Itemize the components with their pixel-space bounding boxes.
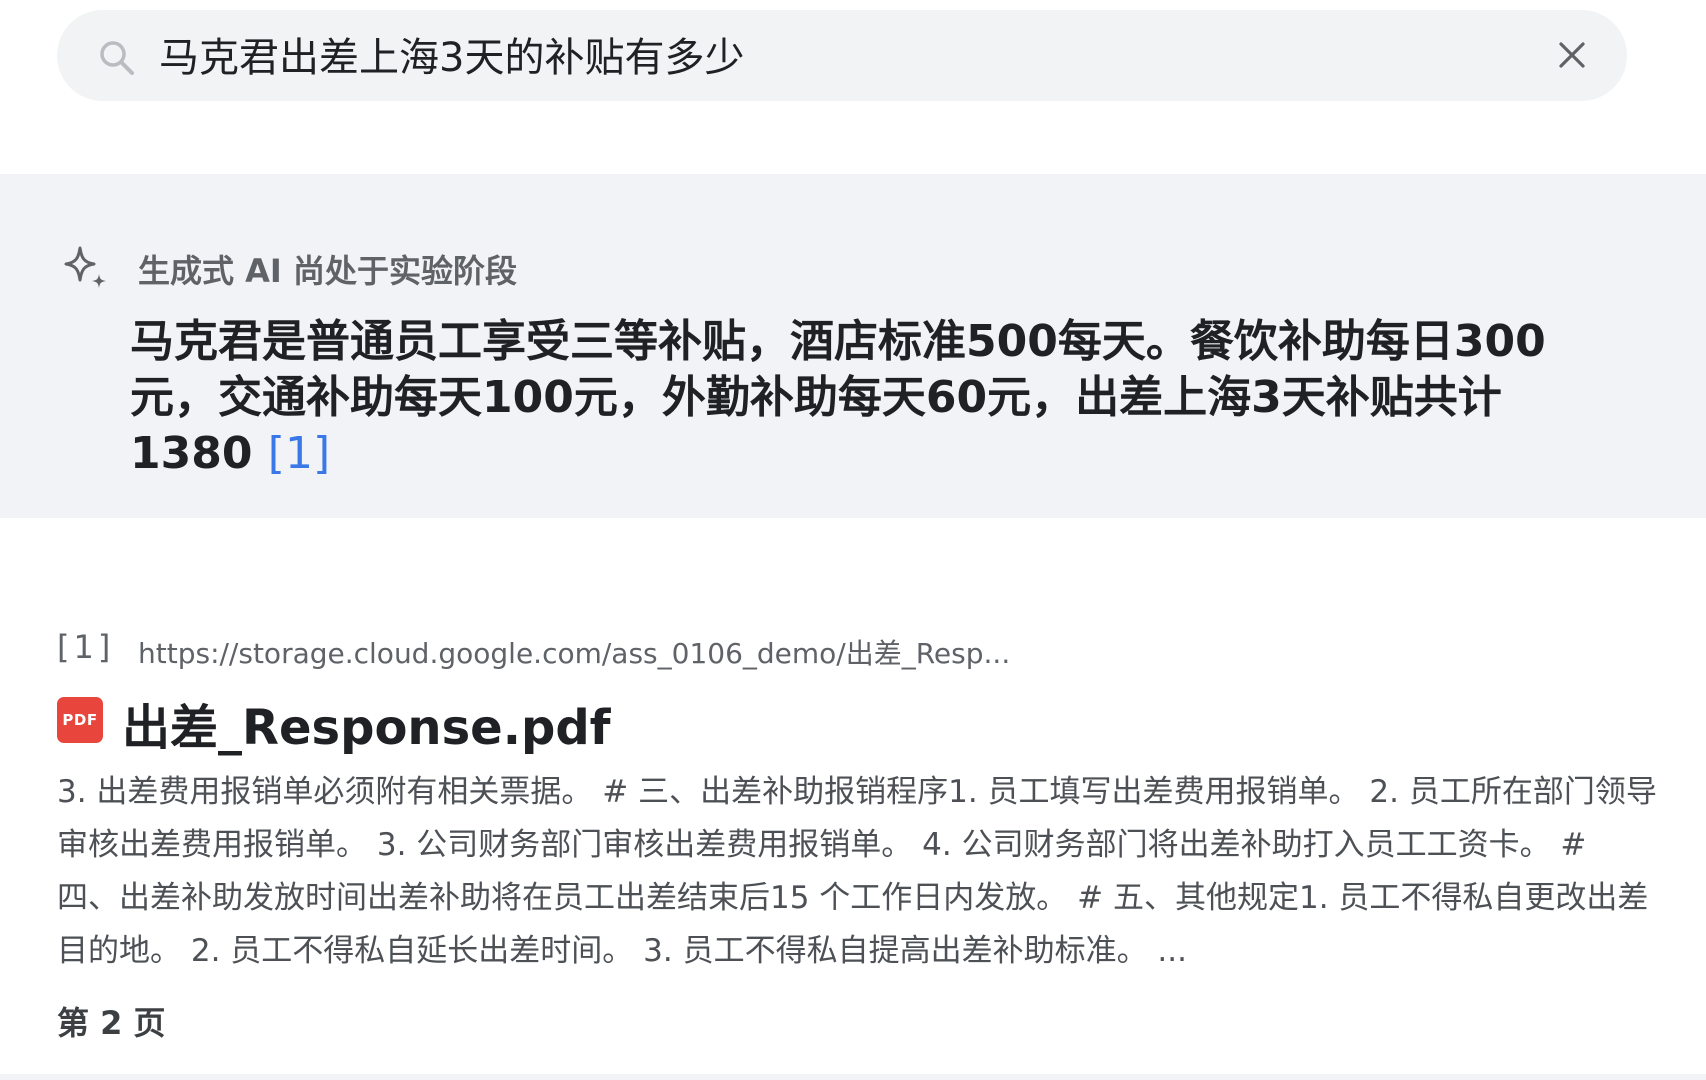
- result-title-link[interactable]: 出差_Response.pdf: [122, 688, 611, 758]
- sparkle-icon: [60, 244, 112, 296]
- search-icon: [97, 38, 137, 78]
- ai-answer-text: 马克君是普通员工享受三等补贴，酒店标准500每天。餐饮补助每日300元，交通补助…: [130, 314, 1610, 482]
- result-page-number: 第 2 页: [57, 1004, 166, 1042]
- ai-overview-panel: 生成式 AI 尚处于实验阶段 马克君是普通员工享受三等补贴，酒店标准500每天。…: [0, 174, 1706, 518]
- ai-answer-body: 马克君是普通员工享受三等补贴，酒店标准500每天。餐饮补助每日300元，交通补助…: [130, 316, 1546, 479]
- citation-link[interactable]: [1]: [268, 428, 330, 479]
- pdf-icon: PDF: [57, 697, 103, 743]
- result-index: [1]: [57, 628, 115, 666]
- clear-search-button[interactable]: [1549, 32, 1595, 78]
- result-snippet: 3. 出差费用报销单必须附有相关票据。 # 三、出差补助报销程序1. 员工填写出…: [57, 774, 1657, 969]
- search-results-page: 生成式 AI 尚处于实验阶段 马克君是普通员工享受三等补贴，酒店标准500每天。…: [0, 0, 1706, 1080]
- search-bar: [57, 10, 1627, 101]
- search-input[interactable]: [159, 24, 1459, 84]
- divider: [0, 1074, 1706, 1080]
- ai-experimental-notice: 生成式 AI 尚处于实验阶段: [138, 252, 517, 290]
- close-icon: [1559, 42, 1585, 68]
- result-url[interactable]: https://storage.cloud.google.com/ass_010…: [138, 632, 1010, 672]
